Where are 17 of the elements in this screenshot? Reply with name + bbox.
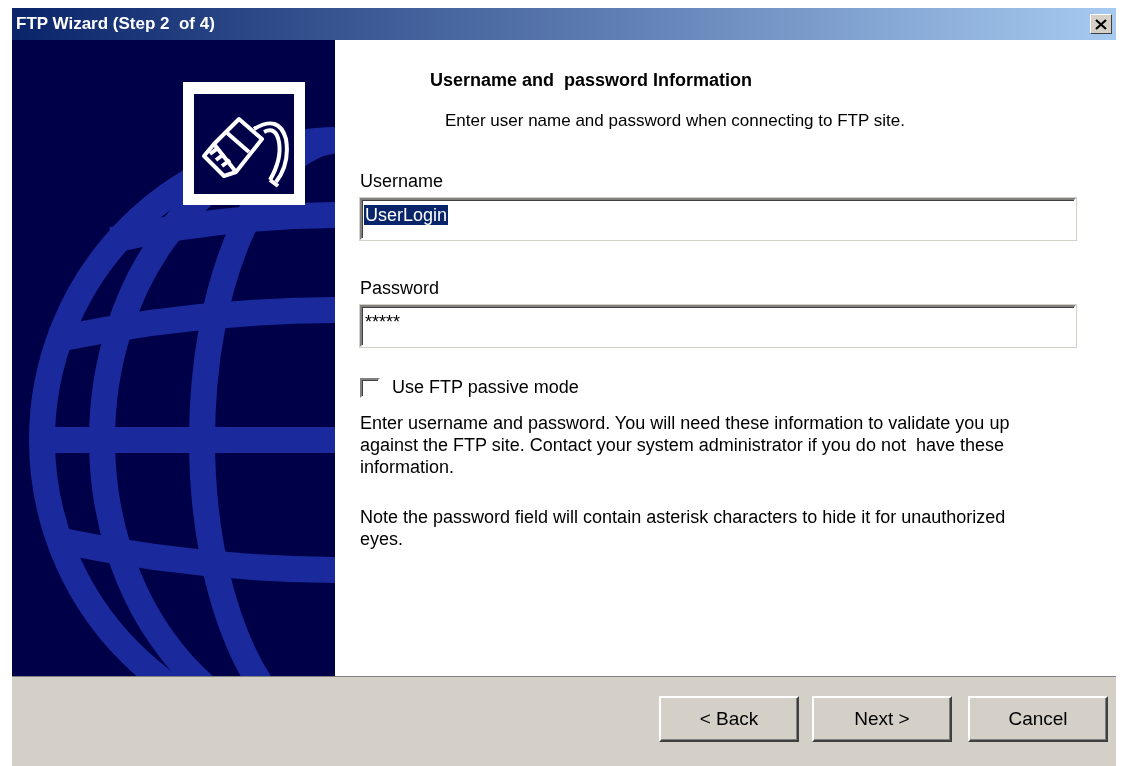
field-label: Password: [360, 278, 441, 299]
close-icon: [1095, 18, 1107, 30]
close-button[interactable]: [1090, 14, 1112, 34]
step-description: Enter user name and password when connecting to FTP site.: [445, 111, 906, 131]
wizard-button[interactable]: Next >: [812, 696, 952, 742]
input-field[interactable]: UserLogin: [360, 198, 1076, 240]
info-paragraph: Enter username and password. You will need these information to validate you up against the FTP site. Contact your system administrator if you do not have these information.: [360, 412, 1011, 478]
network-plug-icon: [194, 93, 294, 194]
field-label: Username: [360, 171, 445, 192]
selected-text: UserLogin: [364, 205, 449, 225]
wizard-button[interactable]: Cancel: [968, 696, 1108, 742]
checkbox-label[interactable]: Use FTP passive mode: [392, 377, 579, 398]
window-title: FTP Wizard (Step 2 of 4): [16, 14, 215, 34]
info-paragraph: Note the password field will contain asterisk characters to hide it for unauthorized eyes.: [360, 506, 1007, 550]
step-heading: Username and password Information: [430, 70, 754, 91]
wizard-button[interactable]: < Back: [659, 696, 799, 742]
input-field[interactable]: *****: [360, 305, 1076, 347]
